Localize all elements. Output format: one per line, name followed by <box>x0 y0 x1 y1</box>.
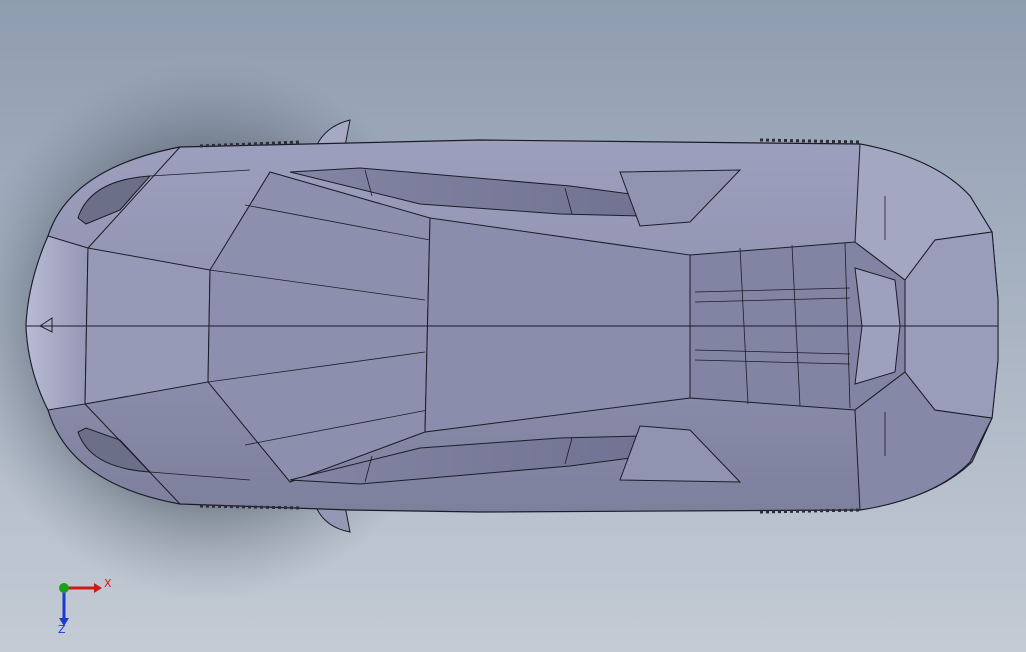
roof-panel <box>424 217 691 433</box>
triad-z-label: Z <box>58 623 66 636</box>
graphics-viewport[interactable]: X Z <box>0 0 1026 652</box>
car-model-top-view[interactable] <box>0 0 1026 652</box>
y-axis-dot <box>59 583 69 593</box>
wheel-rear-left <box>759 138 861 144</box>
triad-x-label: X <box>104 577 112 590</box>
